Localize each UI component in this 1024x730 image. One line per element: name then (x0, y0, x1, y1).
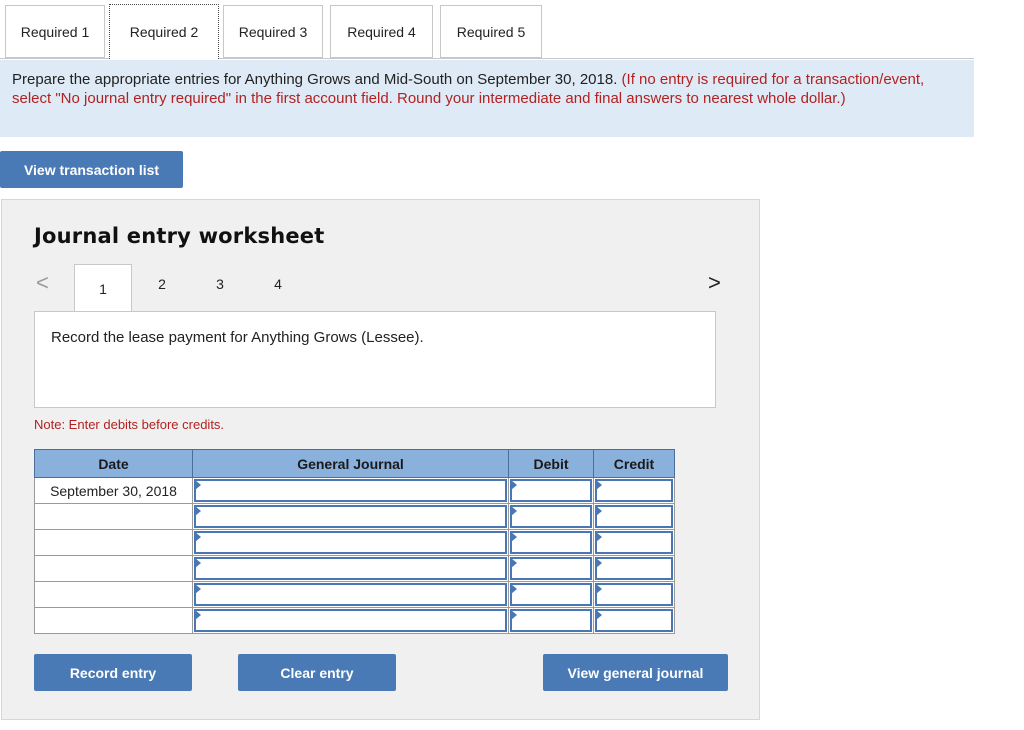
account-cell (192, 529, 509, 556)
header-date: Date (34, 449, 193, 478)
date-cell (34, 503, 193, 530)
table-row (34, 581, 675, 608)
account-cell (192, 503, 509, 530)
debit-cell (508, 529, 594, 556)
credit-input[interactable] (595, 583, 673, 606)
table-header-row: Date General Journal Debit Credit (34, 449, 675, 478)
credit-cell (593, 555, 675, 582)
credit-cell (593, 503, 675, 530)
date-cell: September 30, 2018 (34, 477, 193, 504)
credit-cell (593, 477, 675, 504)
debit-input[interactable] (510, 583, 592, 606)
account-input[interactable] (194, 531, 507, 554)
account-cell (192, 477, 509, 504)
credit-cell (593, 529, 675, 556)
header-debit: Debit (508, 449, 594, 478)
prompt-text: Record the lease payment for Anything Gr… (51, 329, 424, 346)
debits-note: Note: Enter debits before credits. (34, 417, 225, 432)
debit-cell (508, 477, 594, 504)
journal-table: Date General Journal Debit Credit Septem… (34, 449, 675, 634)
debit-cell (508, 607, 594, 634)
debit-input[interactable] (510, 505, 592, 528)
tab-bar: Required 1 Required 2 Required 3 Require… (0, 0, 974, 59)
debit-input[interactable] (510, 609, 592, 632)
account-cell (192, 607, 509, 634)
account-cell (192, 581, 509, 608)
chevron-right-icon[interactable]: > (708, 270, 721, 296)
account-input[interactable] (194, 583, 507, 606)
view-general-journal-button[interactable]: View general journal (543, 654, 728, 691)
credit-input[interactable] (595, 531, 673, 554)
instruction-banner: Prepare the appropriate entries for Anyt… (0, 60, 974, 137)
record-entry-button[interactable]: Record entry (34, 654, 192, 691)
debit-input[interactable] (510, 531, 592, 554)
credit-cell (593, 581, 675, 608)
header-general-journal: General Journal (192, 449, 509, 478)
clear-entry-button[interactable]: Clear entry (238, 654, 396, 691)
worksheet-title: Journal entry worksheet (34, 224, 325, 248)
date-cell (34, 529, 193, 556)
debit-cell (508, 503, 594, 530)
debit-cell (508, 581, 594, 608)
account-input[interactable] (194, 609, 507, 632)
account-cell (192, 555, 509, 582)
credit-cell (593, 607, 675, 634)
page-tab-4[interactable]: 4 (268, 276, 288, 292)
table-row: September 30, 2018 (34, 477, 675, 504)
debit-input[interactable] (510, 479, 592, 502)
table-row (34, 607, 675, 634)
table-row (34, 529, 675, 556)
table-row (34, 503, 675, 530)
debit-input[interactable] (510, 557, 592, 580)
debit-cell (508, 555, 594, 582)
tab-required-1[interactable]: Required 1 (5, 5, 105, 58)
account-input[interactable] (194, 557, 507, 580)
credit-input[interactable] (595, 505, 673, 528)
transaction-prompt: Record the lease payment for Anything Gr… (34, 311, 716, 408)
credit-input[interactable] (595, 609, 673, 632)
account-input[interactable] (194, 479, 507, 502)
page-tab-2[interactable]: 2 (152, 276, 172, 292)
date-cell (34, 555, 193, 582)
tab-required-3[interactable]: Required 3 (223, 5, 323, 58)
tab-required-2[interactable]: Required 2 (109, 4, 219, 59)
table-row (34, 555, 675, 582)
chevron-left-icon[interactable]: < (36, 270, 49, 296)
instruction-text: Prepare the appropriate entries for Anyt… (12, 71, 618, 88)
account-input[interactable] (194, 505, 507, 528)
date-cell (34, 581, 193, 608)
page-tab-3[interactable]: 3 (210, 276, 230, 292)
tab-required-4[interactable]: Required 4 (330, 5, 433, 58)
credit-input[interactable] (595, 479, 673, 502)
view-transaction-list-button[interactable]: View transaction list (0, 151, 183, 188)
page-tab-1[interactable]: 1 (74, 264, 132, 312)
credit-input[interactable] (595, 557, 673, 580)
tab-required-5[interactable]: Required 5 (440, 5, 542, 58)
journal-entry-worksheet-panel: Journal entry worksheet < 1 2 3 4 > Reco… (1, 199, 760, 720)
date-cell (34, 607, 193, 634)
header-credit: Credit (593, 449, 675, 478)
